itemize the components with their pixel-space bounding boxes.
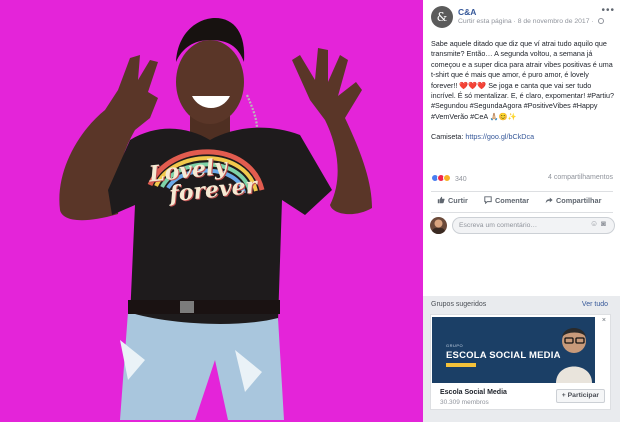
comment-placeholder: Escreva um comentário… (459, 222, 538, 229)
see-all-link[interactable]: Ver tudo (582, 301, 608, 308)
user-avatar[interactable] (430, 217, 447, 234)
reactions-bar[interactable]: 340 4 compartilhamentos (431, 174, 613, 188)
comment-composer: Escreva um comentário… ☺◙ (428, 216, 615, 236)
comment-button[interactable]: Comentar (484, 196, 529, 205)
haha-reaction-icon (443, 174, 451, 182)
post-side-panel: & C&A Curtir esta página · 8 de novembro… (423, 0, 620, 422)
camera-icon[interactable]: ◙ (601, 219, 609, 228)
globe-icon (597, 18, 604, 24)
more-options-icon[interactable]: ••• (601, 5, 615, 16)
post-text: Sabe aquele ditado que diz que ví atrai … (431, 39, 614, 143)
post-actions: Curtir Comentar Compartilhar (431, 194, 613, 210)
group-banner[interactable]: GRUPO ESCOLA SOCIAL MEDIA (432, 317, 595, 383)
share-icon (545, 197, 553, 204)
product-label: Camiseta: (431, 132, 466, 142)
post-text-paragraph: Sabe aquele ditado que diz que ví atrai … (431, 39, 614, 121)
close-icon[interactable]: × (602, 317, 606, 324)
banner-person-illustration (556, 328, 592, 383)
page-name-link[interactable]: C&A (458, 7, 476, 17)
banner-title: ESCOLA SOCIAL MEDIA (446, 350, 561, 361)
thumbs-up-icon (437, 196, 445, 204)
post-meta-text[interactable]: Curtir esta página · 8 de novembro de 20… (458, 18, 594, 25)
share-button[interactable]: Compartilhar (545, 196, 601, 205)
post-meta: Curtir esta página · 8 de novembro de 20… (458, 18, 604, 25)
banner-accent (446, 363, 476, 367)
comment-tools: ☺◙ (590, 219, 609, 228)
join-group-button[interactable]: + Participar (555, 389, 605, 403)
post-product-line: Camiseta: https://goo.gl/bCkDca (431, 132, 614, 142)
banner-small-text: GRUPO (446, 343, 464, 348)
group-name[interactable]: Escola Social Media (440, 389, 507, 396)
emoji-icon[interactable]: ☺ (590, 219, 601, 228)
post-header: & C&A Curtir esta página · 8 de novembro… (429, 5, 615, 29)
group-card[interactable]: GRUPO ESCOLA SOCIAL MEDIA × Escola Socia… (430, 314, 611, 410)
model-illustration (59, 18, 372, 420)
page-avatar[interactable]: & (431, 6, 453, 28)
group-members: 30.309 membros (440, 399, 489, 406)
product-link[interactable]: https://goo.gl/bCkDca (465, 132, 534, 141)
shares-count[interactable]: 4 compartilhamentos (548, 174, 613, 181)
suggested-groups-title: Grupos sugeridos (431, 301, 487, 308)
reaction-count[interactable]: 340 (455, 176, 467, 183)
like-button[interactable]: Curtir (437, 196, 468, 205)
post-photo[interactable]: Lovely forever (0, 0, 423, 422)
divider (431, 191, 613, 192)
divider (431, 212, 613, 213)
comment-icon (484, 196, 492, 204)
